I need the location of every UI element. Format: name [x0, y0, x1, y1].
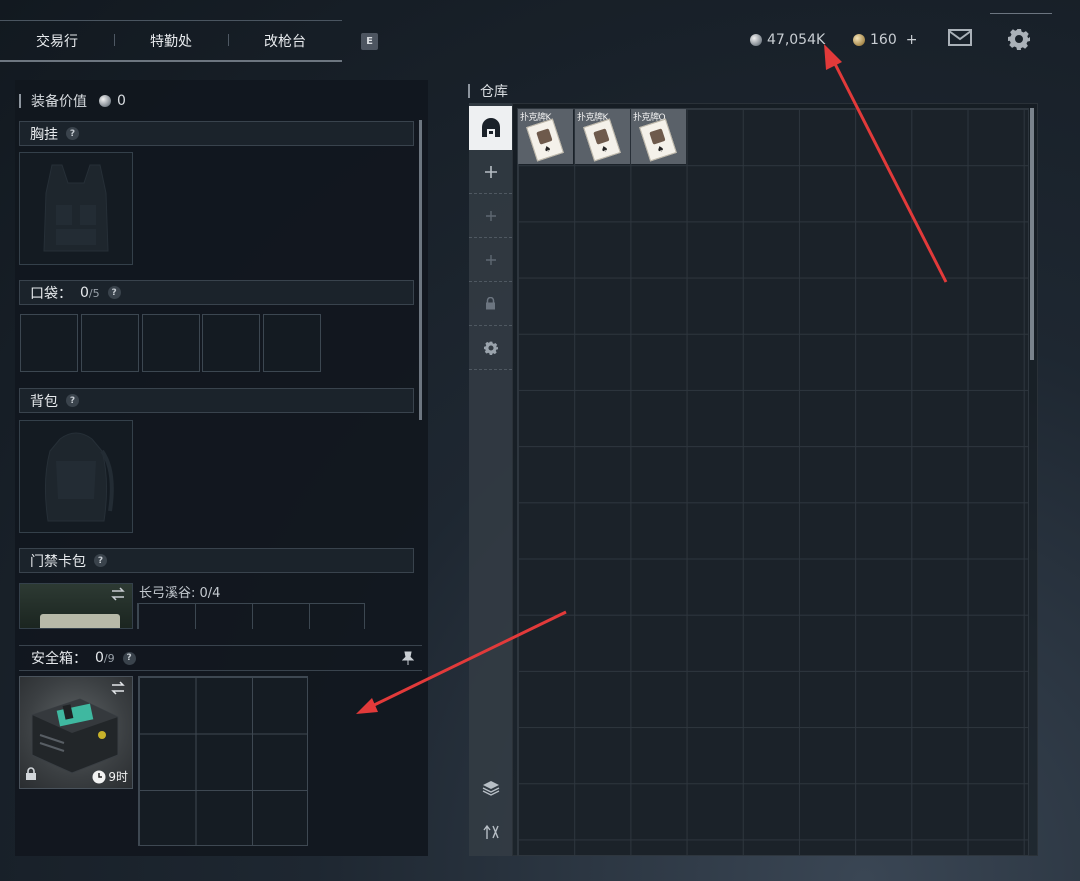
keycard-case-slot[interactable] — [19, 583, 133, 629]
safebox-slot[interactable]: 9时 — [19, 676, 133, 789]
pocket-slot[interactable] — [263, 314, 321, 372]
help-icon[interactable]: ? — [94, 554, 107, 567]
safebox-header: 安全箱： 0/9 ? — [19, 645, 422, 671]
keycard-case-header: 门禁卡包 ? — [19, 548, 414, 573]
help-icon[interactable]: ? — [107, 286, 121, 299]
equipment-value-amount: 0 — [117, 93, 126, 109]
settings-gear-icon[interactable] — [1008, 28, 1030, 54]
help-icon[interactable]: ? — [122, 651, 136, 665]
add-storage-button[interactable] — [469, 150, 512, 194]
locked-storage-button[interactable] — [469, 282, 512, 326]
clock-icon — [92, 770, 106, 783]
silver-coin-icon — [99, 95, 111, 107]
keycard-grid[interactable] — [137, 603, 365, 629]
warehouse-grid[interactable] — [517, 108, 1029, 856]
inventory-item-card[interactable]: 扑克牌Q ♠ — [631, 109, 686, 164]
keybind-hint: E — [361, 33, 378, 50]
keycard-case-label: 门禁卡包 — [30, 553, 86, 570]
lock-icon — [486, 297, 495, 310]
header-accent-bar — [19, 94, 21, 108]
plus-icon — [484, 165, 497, 178]
layers-icon — [482, 781, 499, 796]
warehouse-title: 仓库 — [480, 84, 508, 100]
gold-add-button[interactable]: + — [906, 32, 918, 48]
pockets-label: 口袋： — [30, 285, 72, 302]
pin-icon[interactable] — [401, 651, 415, 669]
keycard-case-image — [40, 614, 120, 628]
pocket-slot[interactable] — [81, 314, 139, 372]
equipment-panel: 装备价值 0 胸挂 ? 口袋： 0/5 ? 背包 ? 门禁卡包 ? 长弓溪谷: … — [15, 80, 428, 856]
pocket-slot[interactable] — [20, 314, 78, 372]
stack-layers-button[interactable] — [469, 766, 512, 810]
plus-icon — [485, 254, 496, 265]
gear-icon — [483, 341, 498, 355]
tab-trading[interactable]: 交易行 — [0, 31, 114, 51]
chest-rig-header: 胸挂 ? — [19, 121, 414, 146]
silver-currency: 47,054K — [750, 30, 825, 50]
silver-amount: 47,054K — [767, 32, 826, 48]
lock-icon — [25, 766, 37, 785]
tab-special-ops[interactable]: 特勤处 — [114, 31, 228, 51]
chest-rig-silhouette-icon — [43, 164, 109, 252]
warehouse-settings-button[interactable] — [469, 326, 512, 370]
add-storage-button[interactable] — [469, 238, 512, 282]
inventory-item-card[interactable]: 扑克牌K ♠ — [518, 109, 573, 164]
safebox-timer: 9时 — [92, 768, 128, 785]
backpack-silhouette-icon — [44, 432, 114, 522]
safebox-timer-text: 9时 — [108, 770, 128, 784]
swap-icon[interactable] — [110, 586, 126, 605]
add-storage-button[interactable] — [469, 194, 512, 238]
header-accent-bar — [468, 84, 470, 98]
storage-icon — [481, 118, 500, 137]
swap-icon[interactable] — [110, 680, 126, 699]
playing-card-icon: ♠ — [526, 118, 564, 162]
warehouse-header: 仓库 — [468, 81, 508, 101]
top-decoration — [990, 4, 1052, 14]
equipment-scrollbar[interactable] — [419, 120, 422, 420]
warehouse-scrollbar[interactable] — [1030, 108, 1034, 360]
gold-amount: 160 — [870, 32, 897, 48]
chest-rig-label: 胸挂 — [30, 126, 58, 143]
plus-icon — [485, 210, 496, 221]
keycard-map-label: 长弓溪谷: 0/4 — [139, 586, 221, 601]
playing-card-icon: ♠ — [639, 118, 677, 162]
backpack-label: 背包 — [30, 393, 58, 410]
sort-button[interactable] — [469, 810, 512, 854]
safebox-label: 安全箱： — [31, 651, 87, 667]
mail-icon[interactable] — [948, 28, 972, 52]
chest-rig-slot[interactable] — [19, 152, 133, 265]
gold-coin-icon — [853, 34, 865, 46]
gold-currency[interactable]: 160 + — [853, 30, 917, 50]
backpack-slot[interactable] — [19, 420, 133, 533]
top-nav: 交易行 特勤处 改枪台 — [0, 20, 342, 62]
pockets-count: 0/5 — [80, 284, 100, 301]
inventory-item-card[interactable]: 扑克牌K ♠ — [575, 109, 630, 164]
sort-icon — [482, 824, 499, 839]
help-icon[interactable]: ? — [66, 394, 79, 407]
pocket-slot[interactable] — [142, 314, 200, 372]
pockets-header: 口袋： 0/5 ? — [19, 280, 414, 305]
silver-coin-icon — [750, 34, 762, 46]
warehouse-toolbar — [469, 103, 512, 856]
tab-gunsmith[interactable]: 改枪台 — [228, 31, 342, 51]
equipment-value-label: 装备价值 — [31, 94, 87, 110]
safebox-grid[interactable] — [138, 676, 308, 846]
playing-card-icon: ♠ — [583, 118, 621, 162]
backpack-header: 背包 ? — [19, 388, 414, 413]
pocket-slot[interactable] — [202, 314, 260, 372]
warehouse-home-tab[interactable] — [469, 106, 512, 150]
safebox-count: 0/9 — [95, 650, 115, 666]
help-icon[interactable]: ? — [66, 127, 79, 140]
equipment-value-header: 装备价值 0 — [19, 92, 126, 110]
